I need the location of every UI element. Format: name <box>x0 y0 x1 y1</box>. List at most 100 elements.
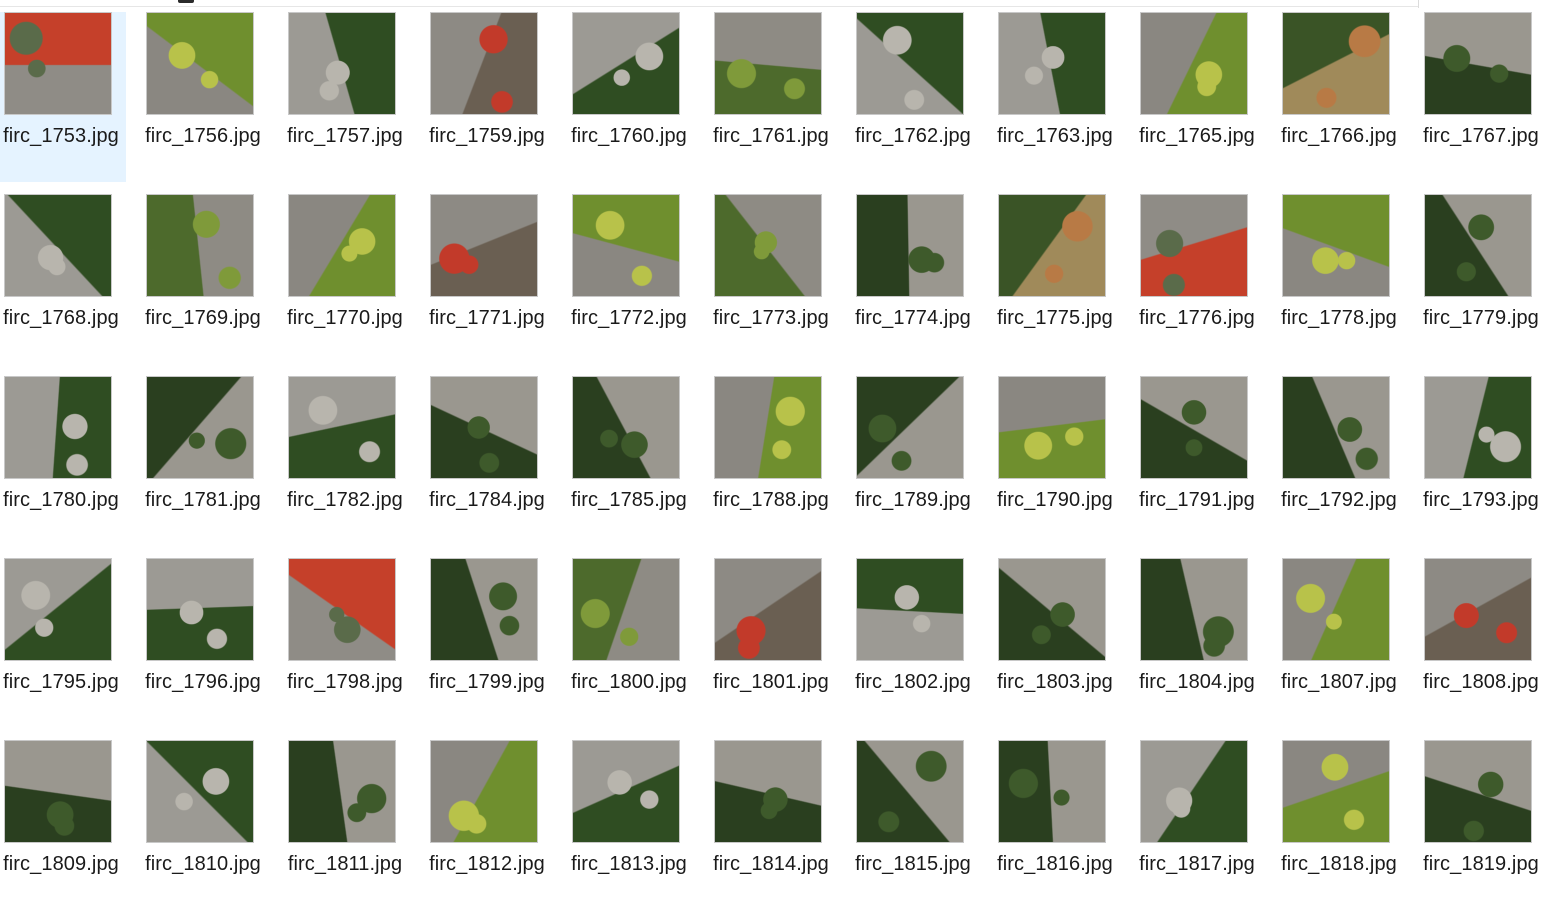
file-thumbnail[interactable] <box>572 194 680 297</box>
file-thumbnail[interactable] <box>856 740 964 843</box>
file-thumbnail[interactable] <box>714 558 822 661</box>
file-item[interactable]: firc_1790.jpg <box>994 376 1120 546</box>
file-thumbnail[interactable] <box>998 740 1106 843</box>
file-thumbnail[interactable] <box>146 12 254 115</box>
file-item[interactable]: firc_1772.jpg <box>568 194 694 364</box>
file-thumbnail[interactable] <box>146 376 254 479</box>
file-item[interactable]: firc_1813.jpg <box>568 740 694 910</box>
file-item[interactable]: firc_1792.jpg <box>1278 376 1404 546</box>
file-thumbnail[interactable] <box>1424 12 1532 115</box>
file-thumbnail[interactable] <box>1282 12 1390 115</box>
file-item[interactable]: firc_1759.jpg <box>426 12 552 182</box>
file-item[interactable]: firc_1780.jpg <box>0 376 126 546</box>
file-thumbnail[interactable] <box>430 740 538 843</box>
file-thumbnail[interactable] <box>572 376 680 479</box>
file-thumbnail[interactable] <box>430 12 538 115</box>
file-thumbnail[interactable] <box>288 12 396 115</box>
file-thumbnail[interactable] <box>146 558 254 661</box>
file-item[interactable]: firc_1761.jpg <box>710 12 836 182</box>
file-item[interactable]: firc_1774.jpg <box>852 194 978 364</box>
file-item[interactable]: firc_1811.jpg <box>284 740 410 910</box>
file-item[interactable]: firc_1809.jpg <box>0 740 126 910</box>
file-item[interactable]: firc_1791.jpg <box>1136 376 1262 546</box>
file-thumbnail[interactable] <box>1282 194 1390 297</box>
file-item[interactable]: firc_1807.jpg <box>1278 558 1404 728</box>
file-item[interactable]: firc_1773.jpg <box>710 194 836 364</box>
file-item[interactable]: firc_1816.jpg <box>994 740 1120 910</box>
file-item[interactable]: firc_1760.jpg <box>568 12 694 182</box>
file-thumbnail[interactable] <box>4 558 112 661</box>
file-item[interactable]: firc_1763.jpg <box>994 12 1120 182</box>
file-item[interactable]: firc_1800.jpg <box>568 558 694 728</box>
file-thumbnail[interactable] <box>714 12 822 115</box>
file-thumbnail[interactable] <box>288 558 396 661</box>
file-thumbnail[interactable] <box>1282 740 1390 843</box>
file-item[interactable]: firc_1789.jpg <box>852 376 978 546</box>
file-thumbnail[interactable] <box>1282 376 1390 479</box>
file-item[interactable]: firc_1768.jpg <box>0 194 126 364</box>
file-thumbnail[interactable] <box>714 194 822 297</box>
file-item[interactable]: firc_1793.jpg <box>1420 376 1546 546</box>
file-thumbnail[interactable] <box>1140 194 1248 297</box>
file-item[interactable]: firc_1781.jpg <box>142 376 268 546</box>
file-item[interactable]: firc_1802.jpg <box>852 558 978 728</box>
file-item[interactable]: firc_1753.jpg <box>0 12 126 182</box>
file-thumbnail[interactable] <box>4 376 112 479</box>
file-item[interactable]: firc_1756.jpg <box>142 12 268 182</box>
file-item[interactable]: firc_1765.jpg <box>1136 12 1262 182</box>
file-thumbnail[interactable] <box>714 376 822 479</box>
file-thumbnail[interactable] <box>146 740 254 843</box>
file-thumbnail[interactable] <box>714 740 822 843</box>
file-item[interactable]: firc_1817.jpg <box>1136 740 1262 910</box>
file-item[interactable]: firc_1785.jpg <box>568 376 694 546</box>
file-thumbnail[interactable] <box>1424 740 1532 843</box>
file-thumbnail[interactable] <box>998 12 1106 115</box>
file-item[interactable]: firc_1775.jpg <box>994 194 1120 364</box>
file-thumbnail[interactable] <box>4 194 112 297</box>
file-item[interactable]: firc_1812.jpg <box>426 740 552 910</box>
file-item[interactable]: firc_1795.jpg <box>0 558 126 728</box>
file-thumbnail[interactable] <box>1424 194 1532 297</box>
file-thumbnail[interactable] <box>1424 376 1532 479</box>
file-item[interactable]: firc_1784.jpg <box>426 376 552 546</box>
file-thumbnail[interactable] <box>4 12 112 115</box>
file-thumbnail[interactable] <box>430 194 538 297</box>
file-thumbnail[interactable] <box>1140 740 1248 843</box>
file-thumbnail[interactable] <box>1282 558 1390 661</box>
file-item[interactable]: firc_1815.jpg <box>852 740 978 910</box>
file-thumbnail[interactable] <box>998 194 1106 297</box>
file-thumbnail[interactable] <box>572 740 680 843</box>
file-thumbnail[interactable] <box>1140 558 1248 661</box>
file-thumbnail[interactable] <box>856 12 964 115</box>
file-item[interactable]: firc_1771.jpg <box>426 194 552 364</box>
file-thumbnail[interactable] <box>572 558 680 661</box>
file-thumbnail[interactable] <box>288 194 396 297</box>
file-item[interactable]: firc_1801.jpg <box>710 558 836 728</box>
file-thumbnail[interactable] <box>572 12 680 115</box>
file-item[interactable]: firc_1808.jpg <box>1420 558 1546 728</box>
file-item[interactable]: firc_1757.jpg <box>284 12 410 182</box>
file-item[interactable]: firc_1803.jpg <box>994 558 1120 728</box>
file-item[interactable]: firc_1762.jpg <box>852 12 978 182</box>
file-item[interactable]: firc_1818.jpg <box>1278 740 1404 910</box>
file-thumbnail[interactable] <box>998 558 1106 661</box>
file-thumbnail[interactable] <box>1140 12 1248 115</box>
file-item[interactable]: firc_1799.jpg <box>426 558 552 728</box>
file-thumbnail[interactable] <box>430 558 538 661</box>
file-item[interactable]: firc_1776.jpg <box>1136 194 1262 364</box>
file-thumbnail[interactable] <box>4 740 112 843</box>
file-item[interactable]: firc_1769.jpg <box>142 194 268 364</box>
file-thumbnail[interactable] <box>856 376 964 479</box>
file-item[interactable]: firc_1788.jpg <box>710 376 836 546</box>
file-thumbnail[interactable] <box>1424 558 1532 661</box>
file-item[interactable]: firc_1798.jpg <box>284 558 410 728</box>
file-item[interactable]: firc_1819.jpg <box>1420 740 1546 910</box>
file-item[interactable]: firc_1779.jpg <box>1420 194 1546 364</box>
file-item[interactable]: firc_1810.jpg <box>142 740 268 910</box>
file-thumbnail[interactable] <box>856 194 964 297</box>
file-thumbnail[interactable] <box>288 376 396 479</box>
file-item[interactable]: firc_1770.jpg <box>284 194 410 364</box>
file-item[interactable]: firc_1767.jpg <box>1420 12 1546 182</box>
file-item[interactable]: firc_1782.jpg <box>284 376 410 546</box>
file-thumbnail[interactable] <box>288 740 396 843</box>
